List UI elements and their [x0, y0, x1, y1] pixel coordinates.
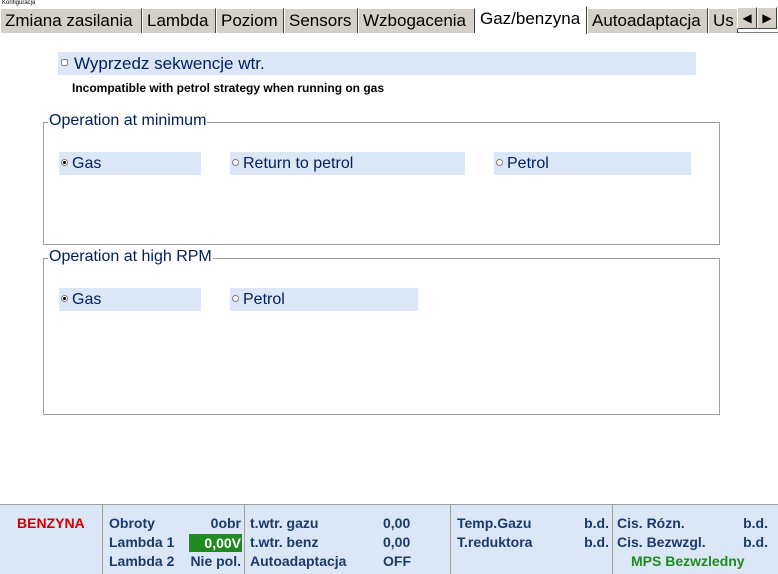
autoadapt-label: Autoadaptacja	[250, 553, 347, 569]
temp-gazu-label: Temp.Gazu	[457, 515, 532, 531]
lambda2-value: Nie pol.	[190, 553, 241, 569]
mps-status: MPS Bezwzledny	[631, 553, 745, 569]
tab-zmiana-zasilania[interactable]: Zmiana zasilania	[0, 8, 142, 33]
radio-minimum-return-to-petrol[interactable]: Return to petrol	[230, 152, 465, 175]
group-operation-high-rpm: Operation at high RPM Gas Petrol	[43, 247, 720, 415]
radio-selected-icon[interactable]	[61, 295, 68, 302]
t-reduktora-value: b.d.	[584, 534, 609, 550]
status-fuel-cell: BENZYNA	[0, 505, 103, 574]
radio-unselected-icon[interactable]	[496, 159, 503, 166]
status-pressure-cell: Cis. Rózn. b.d. Cis. Bezwzgl. b.d. MPS B…	[613, 505, 778, 574]
radio-high-rpm-gas[interactable]: Gas	[59, 288, 201, 311]
status-rpm-lambda-cell: Obroty 0obr Lambda 1 0,00V Lambda 2 Nie …	[103, 505, 245, 574]
cis-rozn-label: Cis. Rózn.	[617, 515, 685, 531]
radio-minimum-gas[interactable]: Gas	[59, 152, 201, 175]
sequence-checkbox-row[interactable]: Wyprzedz sekwencje wtr.	[58, 52, 696, 75]
twtr-benz-value: 0,00	[383, 534, 411, 550]
tab-sensors[interactable]: Sensors	[284, 8, 358, 33]
lambda1-label: Lambda 1	[109, 534, 175, 550]
radio-label: Petrol	[507, 155, 549, 172]
tab-lambda[interactable]: Lambda	[142, 8, 216, 33]
tab-scroll-left-icon[interactable]: ◀	[737, 7, 757, 29]
sequence-checkbox[interactable]	[61, 59, 68, 66]
radio-label: Gas	[72, 155, 102, 172]
rpm-value: 0obr	[210, 515, 241, 531]
tab-gaz-benzyna[interactable]: Gaz/benzyna	[475, 6, 587, 34]
twtr-gazu-label: t.wtr. gazu	[250, 515, 319, 531]
radio-minimum-petrol[interactable]: Petrol	[494, 152, 691, 175]
temp-gazu-value: b.d.	[584, 515, 609, 531]
rpm-label: Obroty	[109, 515, 155, 531]
sequence-checkbox-label: Wyprzedz sekwencje wtr.	[74, 54, 265, 73]
status-temperature-cell: Temp.Gazu b.d. T.reduktora b.d.	[451, 505, 613, 574]
twtr-benz-label: t.wtr. benz	[250, 534, 319, 550]
radio-unselected-icon[interactable]	[232, 295, 239, 302]
radio-unselected-icon[interactable]	[232, 159, 239, 166]
tab-wzbogacenia[interactable]: Wzbogacenia	[358, 8, 475, 33]
lambda2-label: Lambda 2	[109, 553, 175, 569]
cis-rozn-value: b.d.	[743, 515, 768, 531]
group-operation-minimum: Operation at minimum Gas Return to petro…	[43, 111, 720, 245]
radio-label: Gas	[72, 291, 102, 308]
status-bar: BENZYNA Obroty 0obr Lambda 1 0,00V Lambd…	[0, 504, 778, 574]
status-injection-cell: t.wtr. gazu 0,00 t.wtr. benz 0,00 Autoad…	[245, 505, 451, 574]
cis-bezwzgl-label: Cis. Bezwzgl.	[617, 534, 706, 550]
radio-label: Petrol	[243, 291, 285, 308]
fuel-mode: BENZYNA	[17, 515, 85, 531]
radio-high-rpm-petrol[interactable]: Petrol	[230, 288, 418, 311]
radio-selected-icon[interactable]	[61, 159, 68, 166]
radio-label: Return to petrol	[243, 155, 354, 172]
autoadapt-value: OFF	[383, 553, 411, 569]
group-title-minimum: Operation at minimum	[48, 111, 208, 131]
tab-autoadaptacja[interactable]: Autoadaptacja	[587, 8, 708, 33]
tab-scroll-right-icon[interactable]: ▶	[757, 7, 777, 29]
tab-us[interactable]: Us	[708, 8, 738, 33]
cis-bezwzgl-value: b.d.	[743, 534, 768, 550]
sequence-note: Incompatible with petrol strategy when r…	[72, 81, 385, 95]
group-title-high-rpm: Operation at high RPM	[48, 247, 213, 267]
tab-bar: Zmiana zasilania Lambda Poziom Sensors W…	[0, 6, 778, 34]
lambda1-value: 0,00V	[189, 534, 242, 552]
twtr-gazu-value: 0,00	[383, 515, 411, 531]
t-reduktora-label: T.reduktora	[457, 534, 533, 550]
config-window: Konfiguracja Zmiana zasilania Lambda Poz…	[0, 0, 778, 574]
tab-poziom[interactable]: Poziom	[216, 8, 284, 33]
